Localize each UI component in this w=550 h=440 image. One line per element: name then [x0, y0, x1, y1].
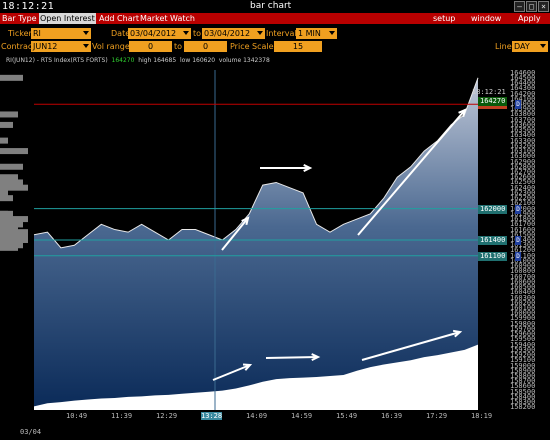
volume-profile-bar [0, 229, 18, 236]
interval-label: Interval [266, 29, 297, 38]
price-scale-label: Price Scale [230, 42, 274, 51]
menu-setup[interactable]: setup [432, 13, 456, 24]
chart-high-label: high [138, 57, 152, 64]
level-flag[interactable]: D [515, 100, 521, 110]
chart-low-label: low [180, 57, 191, 64]
line-label: Line [495, 42, 512, 51]
interval-value: 1 MIN [298, 29, 321, 38]
volume-profile-bar [0, 174, 18, 181]
menu-market-watch[interactable]: Market Watch [139, 13, 196, 24]
level-tag[interactable]: 162000 [478, 204, 508, 214]
chevron-down-icon [257, 31, 263, 35]
level-tag[interactable]: 161100 [478, 251, 508, 261]
chart-volume: 1342378 [243, 57, 270, 64]
level-flag[interactable]: D [515, 204, 521, 214]
x-tick-label: 16:39 [381, 412, 403, 420]
vol-range-to-input[interactable]: 0 [184, 41, 227, 52]
x-tick-label: 13:28 [201, 412, 223, 420]
menu-window[interactable]: window [470, 13, 502, 24]
x-tick-label: 11:39 [111, 412, 133, 420]
chart-info: RI(JUN12) - RTS Index(RTS FORTS) 164270 … [6, 57, 270, 64]
date-from-value: 03/04/2012 [130, 29, 177, 38]
line-select[interactable]: DAY [512, 41, 548, 52]
x-tick-label: 18:19 [471, 412, 493, 420]
y-tick-label: 158200 [510, 403, 536, 412]
level-tag[interactable]: 161400 [478, 236, 508, 245]
last-price-tag: 164270 [478, 96, 508, 106]
menu-open-interest[interactable]: Open Interest [39, 13, 96, 24]
chevron-down-icon [83, 31, 89, 35]
chart-high: 164685 [153, 57, 177, 64]
x-tick-label: 14:59 [291, 412, 313, 420]
price-scale-input[interactable]: 15 [274, 41, 322, 52]
chevron-down-icon [83, 44, 89, 48]
level-flag[interactable]: D [515, 236, 521, 245]
menu-bar-type[interactable]: Bar Type [1, 13, 38, 24]
date-axis-label: 03/04 [20, 428, 42, 436]
volume-profile-bar [0, 74, 23, 81]
x-tick-label: 10:49 [66, 412, 88, 420]
ticker-input[interactable]: RI [31, 28, 91, 39]
volume-profile-bar [0, 148, 28, 155]
volume-profile-bar [0, 210, 8, 217]
chart-symbol: RI(JUN12) - RTS Index(RTS FORTS) [6, 57, 108, 64]
annotation-arrow [265, 356, 319, 359]
volume-profile-bar [0, 195, 13, 202]
x-tick-label: 12:29 [156, 412, 178, 420]
last-time-tag: 18:12:21 [472, 87, 506, 96]
minimize-icon[interactable]: – [514, 1, 525, 12]
chevron-down-icon [329, 31, 335, 35]
date-from-field[interactable]: 03/04/2012 [128, 28, 191, 39]
contract-select[interactable]: JUN12 [31, 41, 91, 52]
x-tick-label: 14:09 [246, 412, 268, 420]
ticker-label: Ticker [8, 29, 32, 38]
x-tick-label: 17:29 [426, 412, 448, 420]
window-title: bar chart [250, 1, 292, 11]
line-value: DAY [514, 42, 530, 51]
chevron-down-icon [540, 44, 546, 48]
x-tick-label: 15:49 [336, 412, 358, 420]
date-to-field[interactable]: 03/04/2012 [202, 28, 265, 39]
date-to-label: to [193, 29, 202, 38]
volume-profile-bar [0, 179, 23, 186]
vol-range-from-input[interactable]: 0 [129, 41, 172, 52]
volume-profile-bar [0, 242, 23, 249]
price-chart[interactable] [0, 56, 550, 426]
volume-profile-bar [0, 189, 8, 196]
chart-last: 164270 [111, 57, 135, 64]
vol-range-label: Vol range [92, 42, 130, 51]
ticker-value: RI [33, 29, 41, 38]
level-flag[interactable]: D [515, 251, 521, 261]
contract-value: JUN12 [33, 42, 58, 51]
apply-button[interactable]: Apply [517, 13, 542, 24]
clock-display: 18:12:21 [2, 1, 55, 12]
volume-profile-bar [0, 237, 28, 243]
chart-volume-label: volume [218, 57, 242, 64]
close-icon[interactable]: × [538, 1, 549, 12]
chevron-down-icon [183, 31, 189, 35]
date-to-value: 03/04/2012 [204, 29, 251, 38]
vol-range-to-label: to [174, 42, 183, 51]
chart-low: 160620 [192, 57, 216, 64]
volume-profile-bar [0, 137, 8, 144]
volume-profile-bar [0, 121, 13, 128]
maximize-icon[interactable]: □ [526, 1, 537, 12]
volume-profile-bar [0, 184, 28, 191]
menu-add-chart[interactable]: Add Chart [98, 13, 140, 24]
plot-area [0, 70, 479, 410]
volume-profile-bar [0, 163, 23, 170]
volume-profile-bar [0, 221, 23, 228]
volume-profile-bar [0, 216, 28, 223]
interval-select[interactable]: 1 MIN [296, 28, 337, 39]
volume-profile-bar [0, 111, 18, 118]
